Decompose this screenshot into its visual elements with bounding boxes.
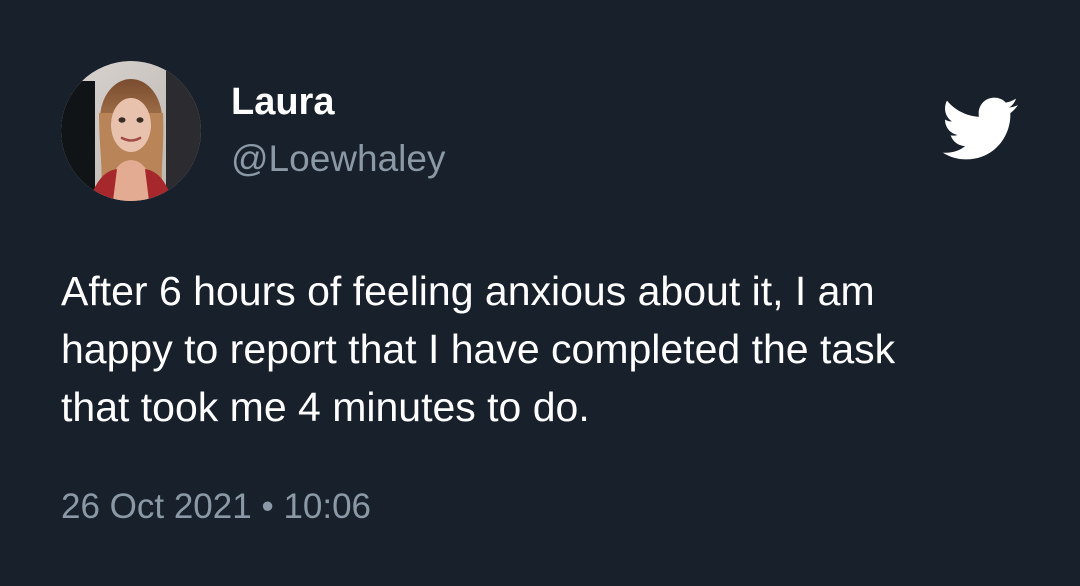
tweet-text: After 6 hours of feeling anxious about i… bbox=[61, 262, 1041, 436]
tweet-date[interactable]: 26 Oct 2021 bbox=[61, 487, 252, 526]
tweet-card: Laura @Loewhaley After 6 hours of feelin… bbox=[0, 0, 1080, 586]
twitter-bird-icon bbox=[940, 97, 1020, 163]
user-handle[interactable]: @Loewhaley bbox=[231, 137, 445, 181]
display-name[interactable]: Laura bbox=[231, 80, 334, 124]
tweet-text-line: happy to report that I have completed th… bbox=[61, 326, 896, 372]
avatar[interactable] bbox=[61, 61, 201, 201]
profile-photo bbox=[61, 61, 201, 201]
tweet-text-line: After 6 hours of feeling anxious about i… bbox=[61, 268, 875, 314]
tweet-text-line: that took me 4 minutes to do. bbox=[61, 384, 590, 430]
tweet-time[interactable]: 10:06 bbox=[283, 487, 371, 526]
meta-separator: • bbox=[261, 487, 274, 526]
tweet-timestamp[interactable]: 26 Oct 2021 • 10:06 bbox=[61, 486, 371, 528]
